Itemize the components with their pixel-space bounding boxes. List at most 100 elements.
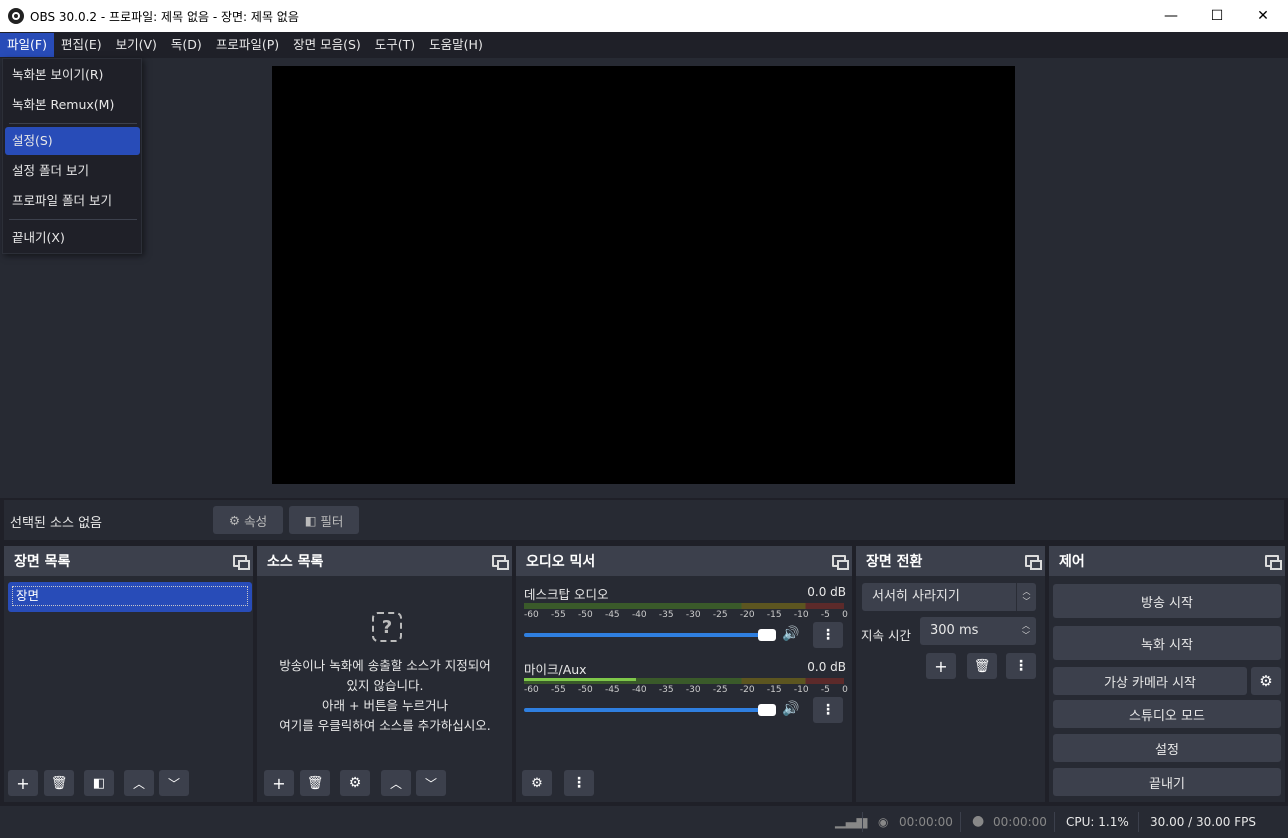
volume-slider[interactable] xyxy=(524,704,776,716)
menu-profile[interactable]: 프로파일(P) xyxy=(209,33,286,57)
duration-spinbox[interactable]: 300 ms ︿ ﹀ xyxy=(920,617,1036,645)
sources-dock: 소스 목록 ? 방송이나 녹화에 송출할 소스가 지정되어 있지 않습니다. 아… xyxy=(257,546,512,802)
transitions-dock-title: 장면 전환 xyxy=(866,554,923,570)
scale-tick-label: -60 xyxy=(524,685,539,695)
move-scene-down-button[interactable]: ﹀ xyxy=(159,770,189,796)
channel-menu-button[interactable]: ⋮ xyxy=(813,622,843,648)
sources-empty-message[interactable]: 방송이나 녹화에 송출할 소스가 지정되어 있지 않습니다. 아래 + 버튼을 … xyxy=(257,656,513,736)
remove-transition-button[interactable]: 🗑 xyxy=(967,653,997,679)
advanced-audio-button[interactable]: ⚙ xyxy=(522,770,552,796)
move-scene-up-button[interactable]: ︿ xyxy=(124,770,154,796)
scenes-dock-title: 장면 목록 xyxy=(14,554,71,570)
transition-type-select[interactable]: 서서히 사라지기 ︿ ﹀ xyxy=(862,583,1036,611)
menu-file[interactable]: 파일(F) xyxy=(0,33,54,57)
speaker-icon[interactable]: 🔊 xyxy=(782,626,800,644)
gear-icon: ⚙ xyxy=(1259,672,1273,690)
move-source-up-button[interactable]: ︿ xyxy=(381,770,411,796)
minimize-button[interactable]: — xyxy=(1148,0,1194,32)
controls-dock: 제어 방송 시작 녹화 시작 가상 카메라 시작 ⚙ 스튜디오 모드 설정 끝내… xyxy=(1049,546,1285,802)
menu-bar: 파일(F) 편집(E) 보기(V) 독(D) 프로파일(P) 장면 모음(S) … xyxy=(0,32,1288,58)
chevron-down-icon: ﹀ xyxy=(167,776,180,791)
speaker-icon[interactable]: 🔊 xyxy=(782,701,800,719)
scale-tick-label: -55 xyxy=(550,685,566,695)
menu-item-settings-folder[interactable]: 설정 폴더 보기 xyxy=(5,157,140,185)
source-toolbar: 선택된 소스 없음 ⚙ 속성 ◧ 필터 xyxy=(4,500,1284,540)
virtual-camera-settings-button[interactable]: ⚙ xyxy=(1251,667,1281,695)
exit-button[interactable]: 끝내기 xyxy=(1053,768,1281,796)
filter-icon: ◧ xyxy=(92,775,106,791)
channel-menu-button[interactable]: ⋮ xyxy=(813,697,843,723)
scale-tick-label: -25 xyxy=(712,685,728,695)
close-button[interactable]: ✕ xyxy=(1240,0,1286,32)
scale-tick-label: -15 xyxy=(766,685,782,695)
remove-scene-button[interactable]: 🗑 xyxy=(44,770,74,796)
status-separator xyxy=(862,812,863,832)
menu-item-profile-folder[interactable]: 프로파일 폴더 보기 xyxy=(5,187,140,215)
settings-button[interactable]: 설정 xyxy=(1053,734,1281,762)
start-recording-button[interactable]: 녹화 시작 xyxy=(1053,626,1281,660)
status-separator xyxy=(1138,812,1139,832)
properties-button[interactable]: ⚙ 속성 xyxy=(213,506,283,534)
add-scene-button[interactable]: + xyxy=(8,770,38,796)
scene-filters-button[interactable]: ◧ xyxy=(84,770,114,796)
duration-label: 지속 시간 xyxy=(861,628,911,643)
channel-name: 마이크/Aux xyxy=(524,662,587,677)
empty-line: 여기를 우클릭하여 소스를 추가하십시오. xyxy=(279,718,491,733)
scene-list-item[interactable]: 장면 xyxy=(8,582,252,612)
menu-item-remux[interactable]: 녹화본 Remux(M) xyxy=(5,91,140,119)
channel-db: 0.0 dB xyxy=(807,660,846,674)
meter-scale: -60 -55 -50 -45 -40 -35 -30 -25 -20 -15 -10 -5 0 xyxy=(524,610,848,620)
plus-icon: + xyxy=(16,773,30,793)
scale-tick-label: -30 xyxy=(685,685,701,695)
menu-dock[interactable]: 독(D) xyxy=(164,33,209,57)
meter-scale: -60 -55 -50 -45 -40 -35 -30 -25 -20 -15 -10 -5 0 xyxy=(524,685,848,695)
filters-button[interactable]: ◧ 필터 xyxy=(289,506,359,534)
start-virtual-camera-button[interactable]: 가상 카메라 시작 xyxy=(1053,667,1247,695)
scale-tick-label: -5 xyxy=(820,685,830,695)
scale-tick-label: -15 xyxy=(766,610,782,620)
menu-help[interactable]: 도움말(H) xyxy=(422,33,490,57)
source-properties-button[interactable]: ⚙ xyxy=(340,770,370,796)
menu-separator xyxy=(9,219,137,220)
add-source-button[interactable]: + xyxy=(264,770,294,796)
maximize-button[interactable]: ☐ xyxy=(1194,0,1240,32)
scale-tick-label: -20 xyxy=(739,610,755,620)
kebab-menu-icon: ⋮ xyxy=(1014,658,1028,674)
menu-tools[interactable]: 도구(T) xyxy=(368,33,422,57)
kebab-menu-icon: ⋮ xyxy=(572,775,586,791)
scale-tick-label: -50 xyxy=(577,685,593,695)
menu-item-exit[interactable]: 끝내기(X) xyxy=(5,224,140,252)
status-bar: ▁▃▅ ◉ 00:00:00 ● 00:00:00 CPU: 1.1% 30.0… xyxy=(0,806,1288,838)
remove-source-button[interactable]: 🗑 xyxy=(300,770,330,796)
scale-tick-label: -35 xyxy=(658,610,674,620)
transition-menu-button[interactable]: ⋮ xyxy=(1006,653,1036,679)
studio-mode-button[interactable]: 스튜디오 모드 xyxy=(1053,700,1281,728)
meter-level xyxy=(524,678,636,681)
mixer-menu-button[interactable]: ⋮ xyxy=(564,770,594,796)
title-bar: OBS 30.0.2 - 프로파일: 제목 없음 - 장면: 제목 없음 — ☐… xyxy=(0,0,1288,32)
menu-scene-collection[interactable]: 장면 모음(S) xyxy=(286,33,368,57)
kebab-menu-icon: ⋮ xyxy=(821,702,835,718)
add-transition-button[interactable]: + xyxy=(926,653,956,679)
undock-icon[interactable] xyxy=(492,555,509,570)
menu-item-show-recordings[interactable]: 녹화본 보이기(R) xyxy=(5,61,140,89)
preview-canvas[interactable] xyxy=(272,66,1015,484)
menu-item-settings[interactable]: 설정(S) xyxy=(5,127,140,155)
scale-tick-label: -10 xyxy=(793,685,809,695)
start-streaming-button[interactable]: 방송 시작 xyxy=(1053,584,1281,618)
channel-db: 0.0 dB xyxy=(807,585,846,599)
menu-edit[interactable]: 편집(E) xyxy=(54,33,109,57)
chevron-up-icon: ︿ xyxy=(132,776,145,791)
volume-slider[interactable] xyxy=(524,629,776,641)
undock-icon[interactable] xyxy=(832,555,849,570)
undock-icon[interactable] xyxy=(233,555,250,570)
scale-tick-label: -35 xyxy=(658,685,674,695)
undock-icon[interactable] xyxy=(1265,555,1282,570)
move-source-down-button[interactable]: ﹀ xyxy=(416,770,446,796)
slider-knob[interactable] xyxy=(758,704,776,716)
slider-knob[interactable] xyxy=(758,629,776,641)
scale-tick-label: -20 xyxy=(739,685,755,695)
undock-icon[interactable] xyxy=(1025,555,1042,570)
window-title: OBS 30.0.2 - 프로파일: 제목 없음 - 장면: 제목 없음 xyxy=(30,9,299,24)
menu-view[interactable]: 보기(V) xyxy=(109,33,164,57)
